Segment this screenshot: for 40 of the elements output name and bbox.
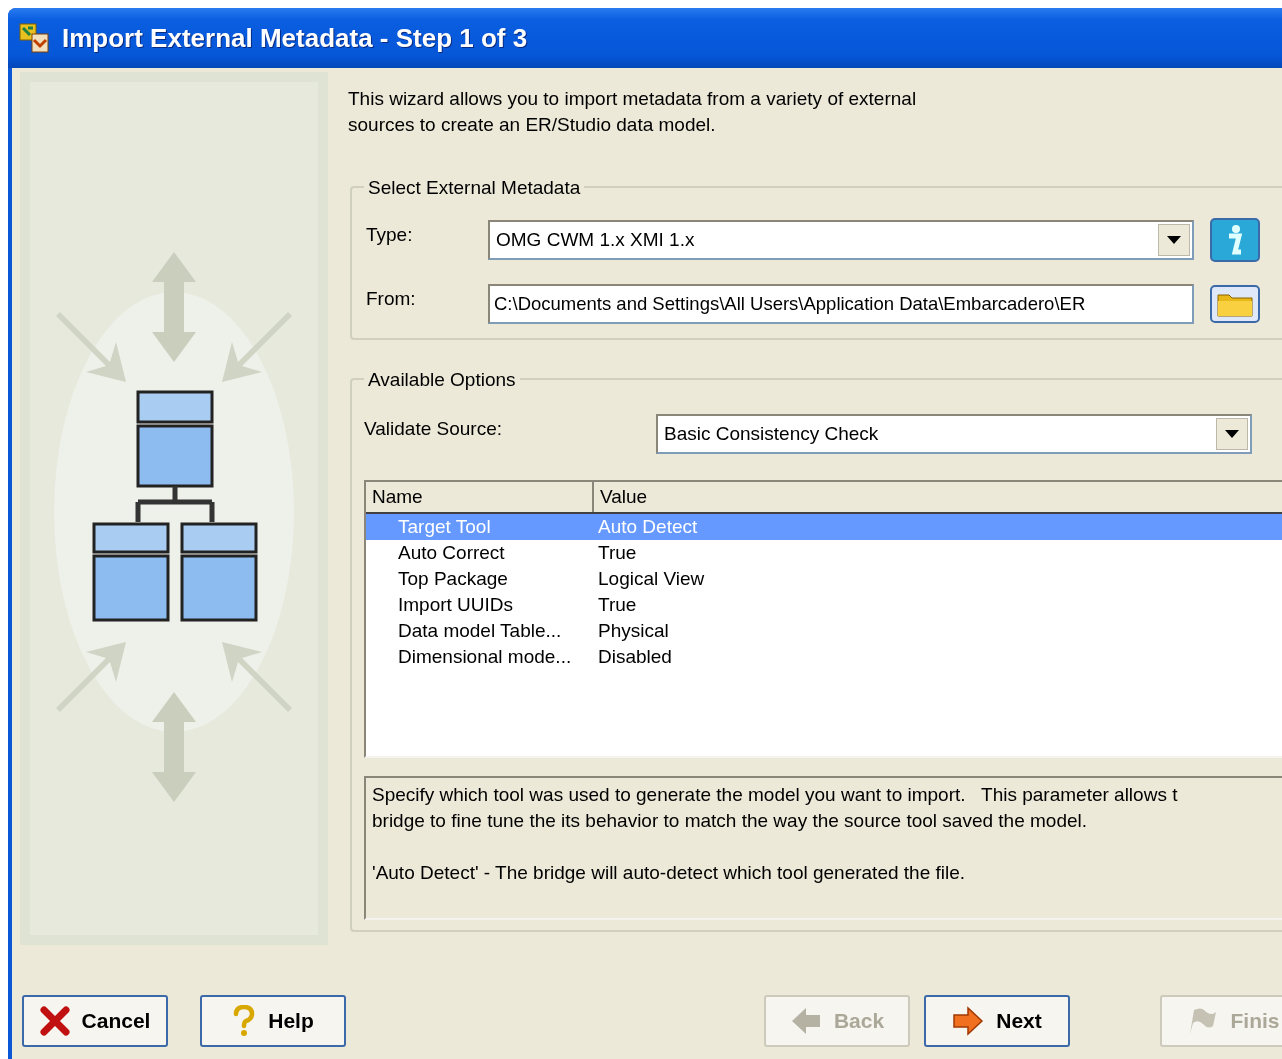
right-arrow-icon — [952, 1006, 985, 1036]
type-label: Type: — [366, 222, 414, 247]
option-name: Auto Correct — [397, 540, 506, 565]
validate-source-dropdown[interactable]: Basic Consistency Check — [656, 414, 1252, 454]
option-value: Auto Detect — [597, 514, 699, 539]
import-icon — [18, 22, 50, 54]
option-name: Data model Table... — [397, 618, 563, 643]
option-name: Import UUIDs — [397, 592, 515, 617]
option-row[interactable]: Top Package Logical View — [366, 566, 1282, 592]
type-dropdown[interactable]: OMG CWM 1.x XMI 1.x — [488, 220, 1194, 260]
option-row[interactable]: Data model Table... Physical — [366, 618, 1282, 644]
option-name: Dimensional mode... — [397, 644, 573, 669]
cancel-button[interactable]: Cancel — [22, 995, 168, 1047]
column-header[interactable]: Name — [366, 482, 594, 512]
window-title: Import External Metadata - Step 1 of 3 — [62, 21, 528, 55]
option-name: Top Package — [397, 566, 509, 591]
close-icon — [39, 1006, 70, 1036]
option-value: Physical — [597, 618, 670, 643]
question-mark-icon — [232, 1005, 257, 1037]
from-field[interactable]: C:\Documents and Settings\All Users\Application Data\Embarcadero\ER — [488, 284, 1194, 324]
folder-icon — [1217, 291, 1253, 317]
option-row[interactable]: Import UUIDs True — [366, 592, 1282, 618]
option-value: Logical View — [597, 566, 706, 591]
option-name: Target Tool — [397, 514, 492, 539]
help-button[interactable]: Help — [200, 995, 346, 1047]
intro-text: This wizard allows you to import metadata from a variety of external sources to create an ER/Studio data model. — [348, 87, 918, 137]
description-text: bridge to fine tune the its behavior to match the way the source tool saved the model. — [372, 809, 1089, 833]
browse-folder-button[interactable] — [1210, 285, 1260, 323]
option-row[interactable]: Dimensional mode... Disabled — [366, 644, 1282, 670]
from-label: From: — [366, 286, 417, 311]
info-button[interactable] — [1210, 218, 1260, 262]
option-value: True — [597, 540, 638, 565]
option-value: True — [597, 592, 638, 617]
description-text: Specify which tool was used to generate the model you want to import. This parameter allows t — [372, 783, 1179, 807]
option-row[interactable]: Auto Correct True — [366, 540, 1282, 566]
validate-source-label: Validate Source: — [364, 416, 503, 441]
next-button[interactable]: Next — [924, 995, 1070, 1047]
description-text: 'Auto Detect' - The bridge will auto-detect which tool generated the file. — [372, 861, 967, 885]
column-header[interactable]: Value — [594, 482, 1282, 512]
option-value: Disabled — [597, 644, 673, 669]
